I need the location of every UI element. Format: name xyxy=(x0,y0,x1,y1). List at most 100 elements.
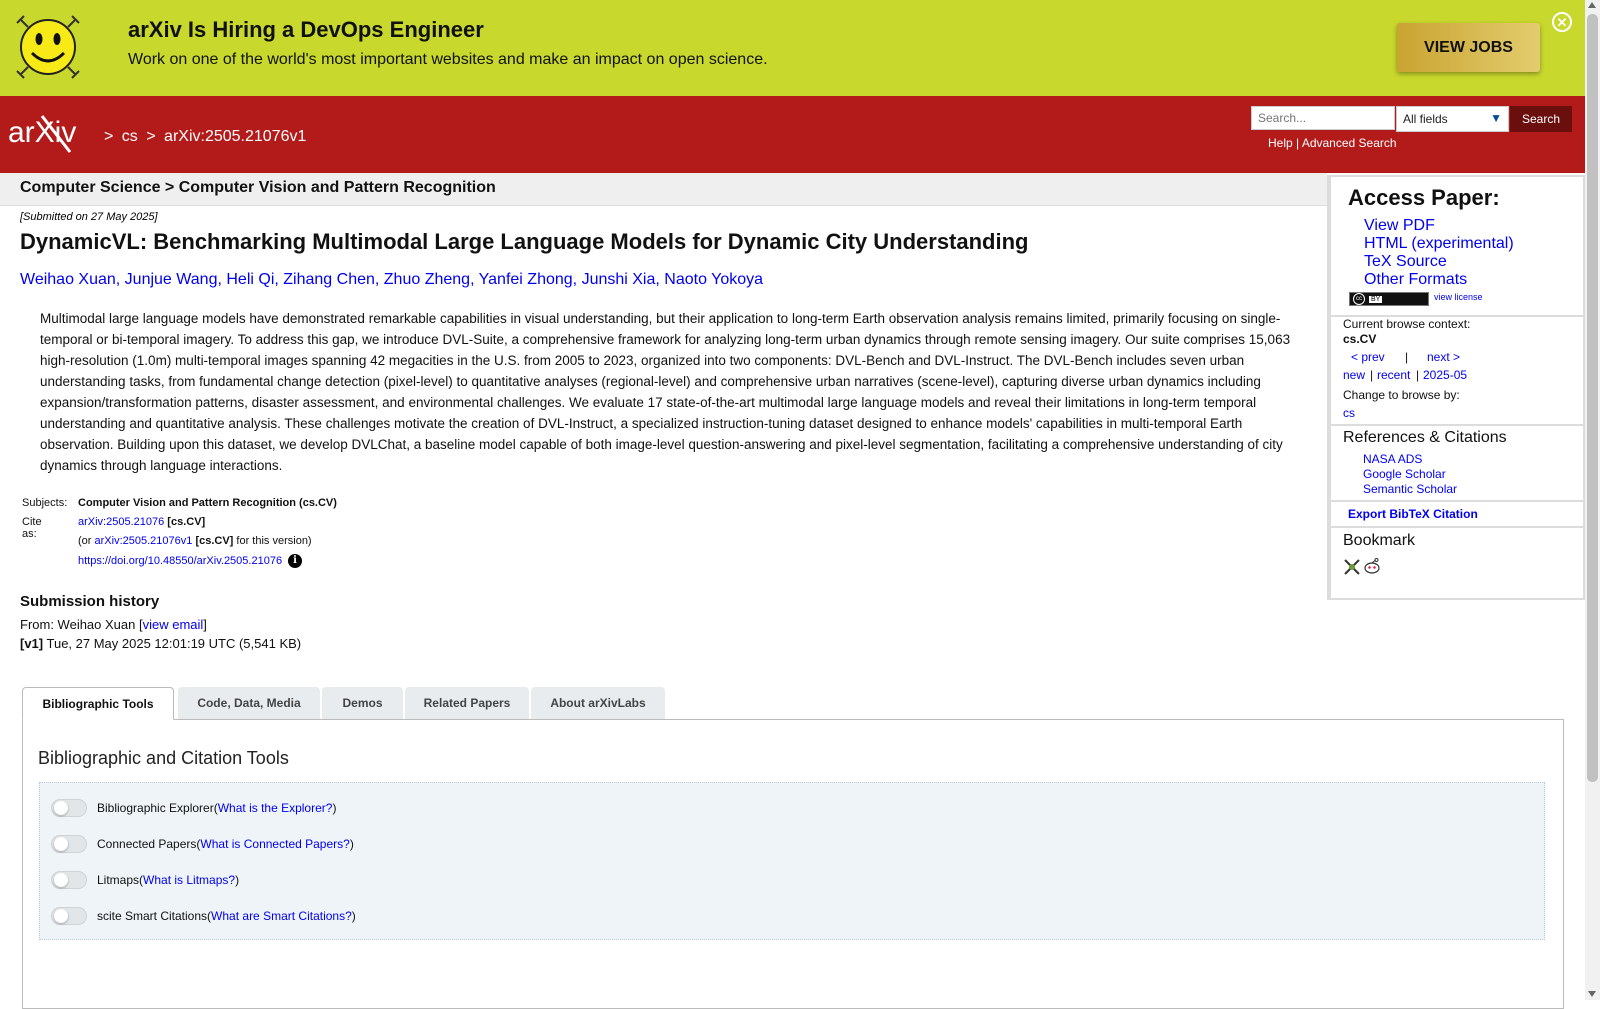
tool-row: Connected Papers (What is Connected Pape… xyxy=(51,833,354,855)
breadcrumb: > cs > arXiv:2505.21076v1 xyxy=(104,128,310,146)
tab-bibliographic-tools[interactable]: Bibliographic Tools xyxy=(22,687,174,720)
browse-context-value: cs.CV xyxy=(1343,332,1377,346)
author-link[interactable]: Weihao Xuan xyxy=(20,271,116,288)
paren: ) xyxy=(332,801,337,815)
tab-about-arxivlabs[interactable]: About arXivLabs xyxy=(531,687,665,719)
tool-row: Litmaps (What is Litmaps?) xyxy=(51,869,239,891)
cite-version-link[interactable]: arXiv:2505.21076v1 xyxy=(95,535,193,547)
author-link[interactable]: Heli Qi xyxy=(226,271,274,288)
hiring-banner: arXiv Is Hiring a DevOps Engineer Work o… xyxy=(0,0,1585,96)
export-bibtex-link[interactable]: Export BibTeX Citation xyxy=(1348,507,1478,521)
cite-or: (or xyxy=(78,535,92,547)
tool-info-link[interactable]: What is the Explorer? xyxy=(218,801,333,815)
author-sep: , xyxy=(274,271,284,288)
toggle-switch[interactable] xyxy=(51,835,87,853)
advanced-search-link[interactable]: Advanced Search xyxy=(1302,136,1397,150)
tool-name: Connected Papers xyxy=(97,837,197,851)
nav-separator: | xyxy=(1416,368,1420,382)
export-box: Export BibTeX Citation xyxy=(1331,502,1583,526)
help-separator: | xyxy=(1296,136,1300,150)
browse-context-label: Current browse context: xyxy=(1343,317,1471,331)
author-link[interactable]: Junshi Xia xyxy=(582,271,656,288)
from-close: ] xyxy=(203,617,207,632)
chevron-down-icon: ▼ xyxy=(1490,111,1502,125)
tab-related-papers[interactable]: Related Papers xyxy=(405,687,529,719)
tool-info-link[interactable]: What are Smart Citations? xyxy=(211,909,352,923)
view-email-link[interactable]: view email xyxy=(143,617,204,632)
browse-cs-link[interactable]: cs xyxy=(1343,406,1355,420)
help-link[interactable]: Help xyxy=(1268,136,1293,150)
toggle-switch[interactable] xyxy=(51,871,87,889)
abstract: Multimodal large language models have de… xyxy=(40,311,1291,473)
author-link[interactable]: Naoto Yokoya xyxy=(664,271,763,288)
tab-code-data-media[interactable]: Code, Data, Media xyxy=(178,687,320,719)
toggle-switch[interactable] xyxy=(51,907,87,925)
nav-separator: | xyxy=(1405,350,1409,364)
author-sep: , xyxy=(470,271,479,288)
access-paper-box: Access Paper: View PDF HTML (experimenta… xyxy=(1331,177,1583,315)
category-path: Computer Science > Computer Vision and P… xyxy=(20,179,496,196)
tool-info-link[interactable]: What is Connected Papers? xyxy=(200,837,349,851)
submission-history-title: Submission history xyxy=(20,593,160,610)
google-scholar-link[interactable]: Google Scholar xyxy=(1363,467,1446,481)
cite-label: Cite as: xyxy=(22,516,42,540)
search-input[interactable] xyxy=(1251,106,1395,130)
recent-link[interactable]: recent xyxy=(1377,368,1410,382)
next-link[interactable]: next > xyxy=(1427,350,1460,364)
scrollbar-thumb[interactable] xyxy=(1587,14,1598,782)
cc-license-badge[interactable]: cc BY xyxy=(1349,292,1429,306)
nasa-ads-link[interactable]: NASA ADS xyxy=(1363,452,1422,466)
cite-id-link[interactable]: arXiv:2505.21076 xyxy=(78,516,164,528)
version-label[interactable]: [v1] xyxy=(20,636,43,651)
refs-title: References & Citations xyxy=(1343,429,1507,446)
author-link[interactable]: Junjue Wang xyxy=(125,271,218,288)
search-field-select[interactable]: All fields ▼ xyxy=(1396,106,1509,132)
site-header: arXiv > cs > arXiv:2505.21076v1 All fiel… xyxy=(0,96,1585,173)
author-list: Weihao Xuan, Junjue Wang, Heli Qi, Zihan… xyxy=(20,271,763,289)
author-link[interactable]: Zhuo Zheng xyxy=(384,271,470,288)
other-formats-link[interactable]: Other Formats xyxy=(1364,271,1467,289)
breadcrumb-sep: > xyxy=(146,128,156,145)
view-license-link[interactable]: view license xyxy=(1434,292,1483,302)
author-link[interactable]: Zihang Chen xyxy=(283,271,375,288)
scroll-down-arrow-icon[interactable] xyxy=(1588,991,1596,997)
tool-name: Bibliographic Explorer xyxy=(97,801,214,815)
author-sep: , xyxy=(374,271,384,288)
doi-link[interactable]: https://doi.org/10.48550/arXiv.2505.2107… xyxy=(78,555,282,567)
new-link[interactable]: new xyxy=(1343,368,1365,382)
svg-text:arXiv: arXiv xyxy=(8,116,76,149)
tab-demos[interactable]: Demos xyxy=(322,687,403,719)
references-box: References & Citations NASA ADS Google S… xyxy=(1331,426,1583,500)
view-pdf-link[interactable]: View PDF xyxy=(1364,217,1435,235)
tool-row: scite Smart Citations (What are Smart Ci… xyxy=(51,905,356,927)
reddit-icon[interactable] xyxy=(1363,557,1381,575)
paren: ) xyxy=(235,873,240,887)
tools-list: Bibliographic Explorer (What is the Expl… xyxy=(39,782,1545,940)
banner-title: arXiv Is Hiring a DevOps Engineer xyxy=(128,17,484,42)
toggle-switch[interactable] xyxy=(51,799,87,817)
search-button[interactable]: Search xyxy=(1510,106,1572,132)
breadcrumb-cs[interactable]: cs xyxy=(122,128,138,145)
author-link[interactable]: Yanfei Zhong xyxy=(479,271,573,288)
bibsonomy-icon[interactable] xyxy=(1343,558,1361,576)
semantic-scholar-link[interactable]: Semantic Scholar xyxy=(1363,482,1457,496)
tool-info-link[interactable]: What is Litmaps? xyxy=(143,873,235,887)
tab-panel: Bibliographic and Citation Tools Bibliog… xyxy=(22,719,1564,1009)
tex-source-link[interactable]: TeX Source xyxy=(1364,253,1447,271)
submitted-date: [Submitted on 27 May 2025] xyxy=(20,211,158,223)
bookmark-box: Bookmark xyxy=(1331,528,1583,598)
info-icon[interactable]: i xyxy=(288,554,303,568)
scroll-up-arrow-icon[interactable] xyxy=(1588,2,1596,8)
tool-row: Bibliographic Explorer (What is the Expl… xyxy=(51,797,336,819)
close-circle-icon[interactable]: ✕ xyxy=(1552,12,1572,32)
bookmark-title: Bookmark xyxy=(1343,532,1416,549)
arxiv-logo[interactable]: arXiv xyxy=(8,112,100,154)
page-scrollbar[interactable] xyxy=(1585,0,1600,1000)
month-link[interactable]: 2025-05 xyxy=(1423,368,1467,382)
view-jobs-button[interactable]: VIEW JOBS xyxy=(1397,23,1540,72)
prev-link[interactable]: < prev xyxy=(1351,350,1385,364)
smiley-icon xyxy=(16,15,80,79)
cite-version-suffix: for this version) xyxy=(236,535,312,547)
html-link[interactable]: HTML (experimental) xyxy=(1364,235,1514,253)
change-browse-label: Change to browse by: xyxy=(1343,388,1460,402)
